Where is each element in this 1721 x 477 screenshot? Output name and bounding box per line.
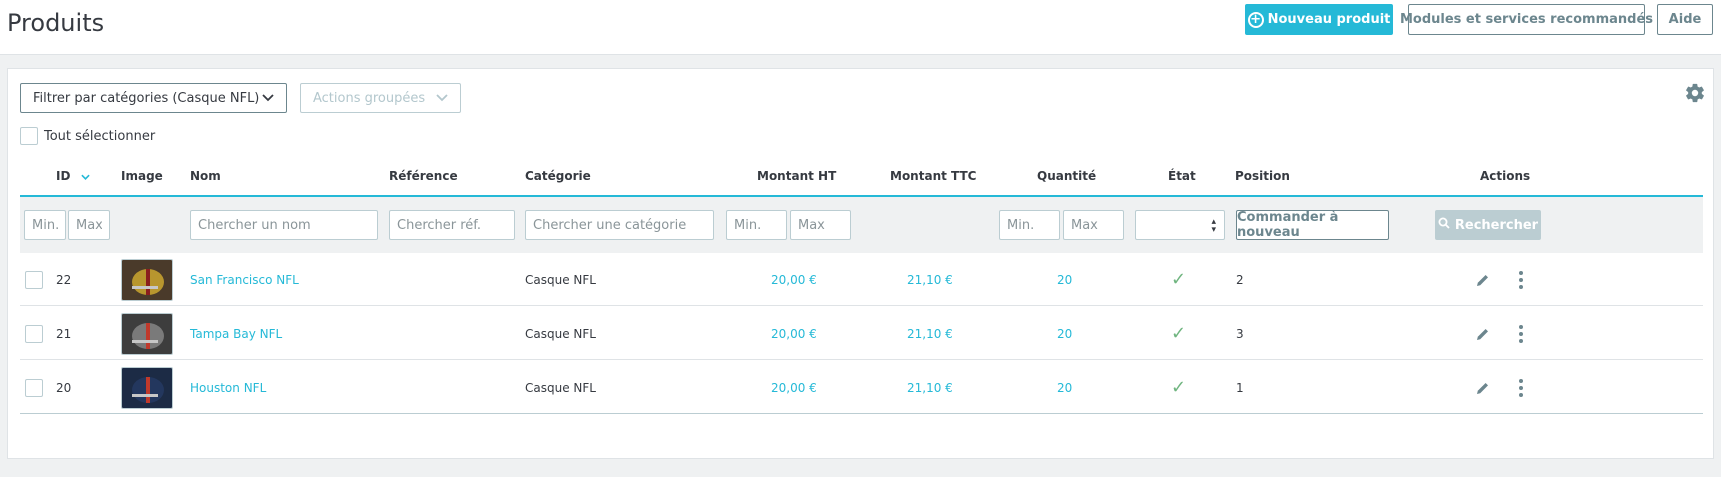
check-icon[interactable]: ✓: [1171, 307, 1186, 360]
reorder-button[interactable]: Commander à nouveau: [1236, 210, 1389, 240]
select-all-checkbox[interactable]: [20, 127, 38, 145]
row-checkbox[interactable]: [25, 270, 43, 289]
new-product-label: Nouveau produit: [1267, 12, 1391, 27]
status-select[interactable]: ▴ ▾: [1135, 210, 1225, 240]
name-search-input[interactable]: [190, 210, 378, 240]
check-icon[interactable]: ✓: [1171, 253, 1186, 306]
kebab-icon[interactable]: [1519, 378, 1523, 397]
column-header-position[interactable]: Position: [1235, 169, 1290, 183]
product-position: 3: [1236, 326, 1244, 341]
reference-search-input[interactable]: [389, 210, 515, 240]
pencil-icon[interactable]: [1476, 307, 1490, 360]
pencil-icon[interactable]: [1476, 253, 1490, 306]
price-min-input[interactable]: [726, 210, 787, 240]
column-header-category[interactable]: Catégorie: [525, 169, 591, 183]
sort-down-icon[interactable]: [80, 169, 90, 183]
kebab-icon[interactable]: [1519, 324, 1523, 343]
product-position: 1: [1236, 380, 1244, 395]
help-button[interactable]: Aide: [1657, 4, 1713, 35]
product-position: 2: [1236, 272, 1244, 287]
product-quantity[interactable]: 20: [1057, 253, 1072, 306]
product-quantity[interactable]: 20: [1057, 307, 1072, 360]
product-name-link[interactable]: San Francisco NFL: [190, 253, 299, 306]
select-all-label: Tout sélectionner: [44, 128, 156, 144]
table-row[interactable]: 22 San Francisco NFL Casque NFL 20,00 € …: [20, 253, 1703, 306]
column-header-price-ttc[interactable]: Montant TTC: [890, 169, 976, 183]
row-checkbox[interactable]: [25, 378, 43, 397]
new-product-button[interactable]: + Nouveau produit: [1245, 4, 1393, 35]
category-filter-dropdown[interactable]: Filtrer par catégories (Casque NFL): [20, 83, 287, 113]
id-min-input[interactable]: [24, 210, 66, 240]
column-header-quantity[interactable]: Quantité: [1037, 169, 1096, 183]
category-filter-label: Filtrer par catégories (Casque NFL): [33, 90, 260, 106]
product-name-link[interactable]: Tampa Bay NFL: [190, 307, 282, 360]
quantity-min-input[interactable]: [999, 210, 1060, 240]
product-quantity[interactable]: 20: [1057, 361, 1072, 414]
product-price-ttc[interactable]: 21,10 €: [907, 361, 953, 414]
gear-icon[interactable]: [1684, 82, 1706, 104]
product-price-ht[interactable]: 20,00 €: [771, 253, 817, 306]
select-arrows-icon: ▴ ▾: [1211, 217, 1216, 235]
product-id: 21: [56, 326, 72, 341]
add-circle-icon: +: [1247, 11, 1264, 28]
search-button-label: Rechercher: [1454, 217, 1539, 233]
product-category: Casque NFL: [525, 380, 596, 395]
product-id: 22: [56, 272, 72, 287]
page-title: Produits: [7, 9, 105, 37]
pencil-icon[interactable]: [1476, 361, 1490, 414]
product-price-ttc[interactable]: 21,10 €: [907, 253, 953, 306]
column-header-price-ht[interactable]: Montant HT: [757, 169, 836, 183]
kebab-icon[interactable]: [1519, 270, 1523, 289]
table-row[interactable]: 20 Houston NFL Casque NFL 20,00 € 21,10 …: [20, 361, 1703, 414]
product-category: Casque NFL: [525, 272, 596, 287]
column-header-id-label: ID: [56, 169, 71, 183]
search-icon: [1438, 217, 1450, 233]
chevron-down-icon: [262, 91, 274, 105]
quantity-max-input[interactable]: [1063, 210, 1124, 240]
page-header: Produits + Nouveau produit Modules et se…: [0, 0, 1721, 55]
column-header-id[interactable]: ID: [56, 169, 90, 183]
product-price-ttc[interactable]: 21,10 €: [907, 307, 953, 360]
select-all[interactable]: Tout sélectionner: [20, 127, 155, 145]
product-name-link[interactable]: Houston NFL: [190, 361, 266, 414]
category-search-input[interactable]: [525, 210, 714, 240]
row-checkbox[interactable]: [25, 324, 43, 343]
column-header-actions: Actions: [1480, 169, 1531, 183]
product-price-ht[interactable]: 20,00 €: [771, 307, 817, 360]
check-icon[interactable]: ✓: [1171, 361, 1186, 414]
bulk-actions-label: Actions groupées: [313, 90, 426, 106]
product-thumbnail[interactable]: [121, 312, 173, 355]
chevron-down-icon: [436, 91, 448, 105]
column-header-status[interactable]: État: [1168, 169, 1196, 183]
product-id: 20: [56, 380, 72, 395]
column-header-name[interactable]: Nom: [190, 169, 221, 183]
table-row[interactable]: 21 Tampa Bay NFL Casque NFL 20,00 € 21,1…: [20, 307, 1703, 360]
product-thumbnail[interactable]: [121, 366, 173, 409]
product-price-ht[interactable]: 20,00 €: [771, 361, 817, 414]
bulk-actions-dropdown[interactable]: Actions groupées: [300, 83, 461, 113]
filter-row: ▴▾ Commander à nouveau Rechercher: [20, 197, 1703, 253]
price-max-input[interactable]: [790, 210, 851, 240]
column-header-reference[interactable]: Référence: [389, 169, 458, 183]
recommended-modules-button[interactable]: Modules et services recommandés: [1400, 4, 1653, 35]
id-max-input[interactable]: [68, 210, 110, 240]
products-card: Filtrer par catégories (Casque NFL) Acti…: [7, 68, 1714, 459]
search-button[interactable]: Rechercher: [1435, 210, 1541, 240]
product-category: Casque NFL: [525, 326, 596, 341]
column-header-image: Image: [121, 169, 163, 183]
product-thumbnail[interactable]: [121, 258, 173, 301]
